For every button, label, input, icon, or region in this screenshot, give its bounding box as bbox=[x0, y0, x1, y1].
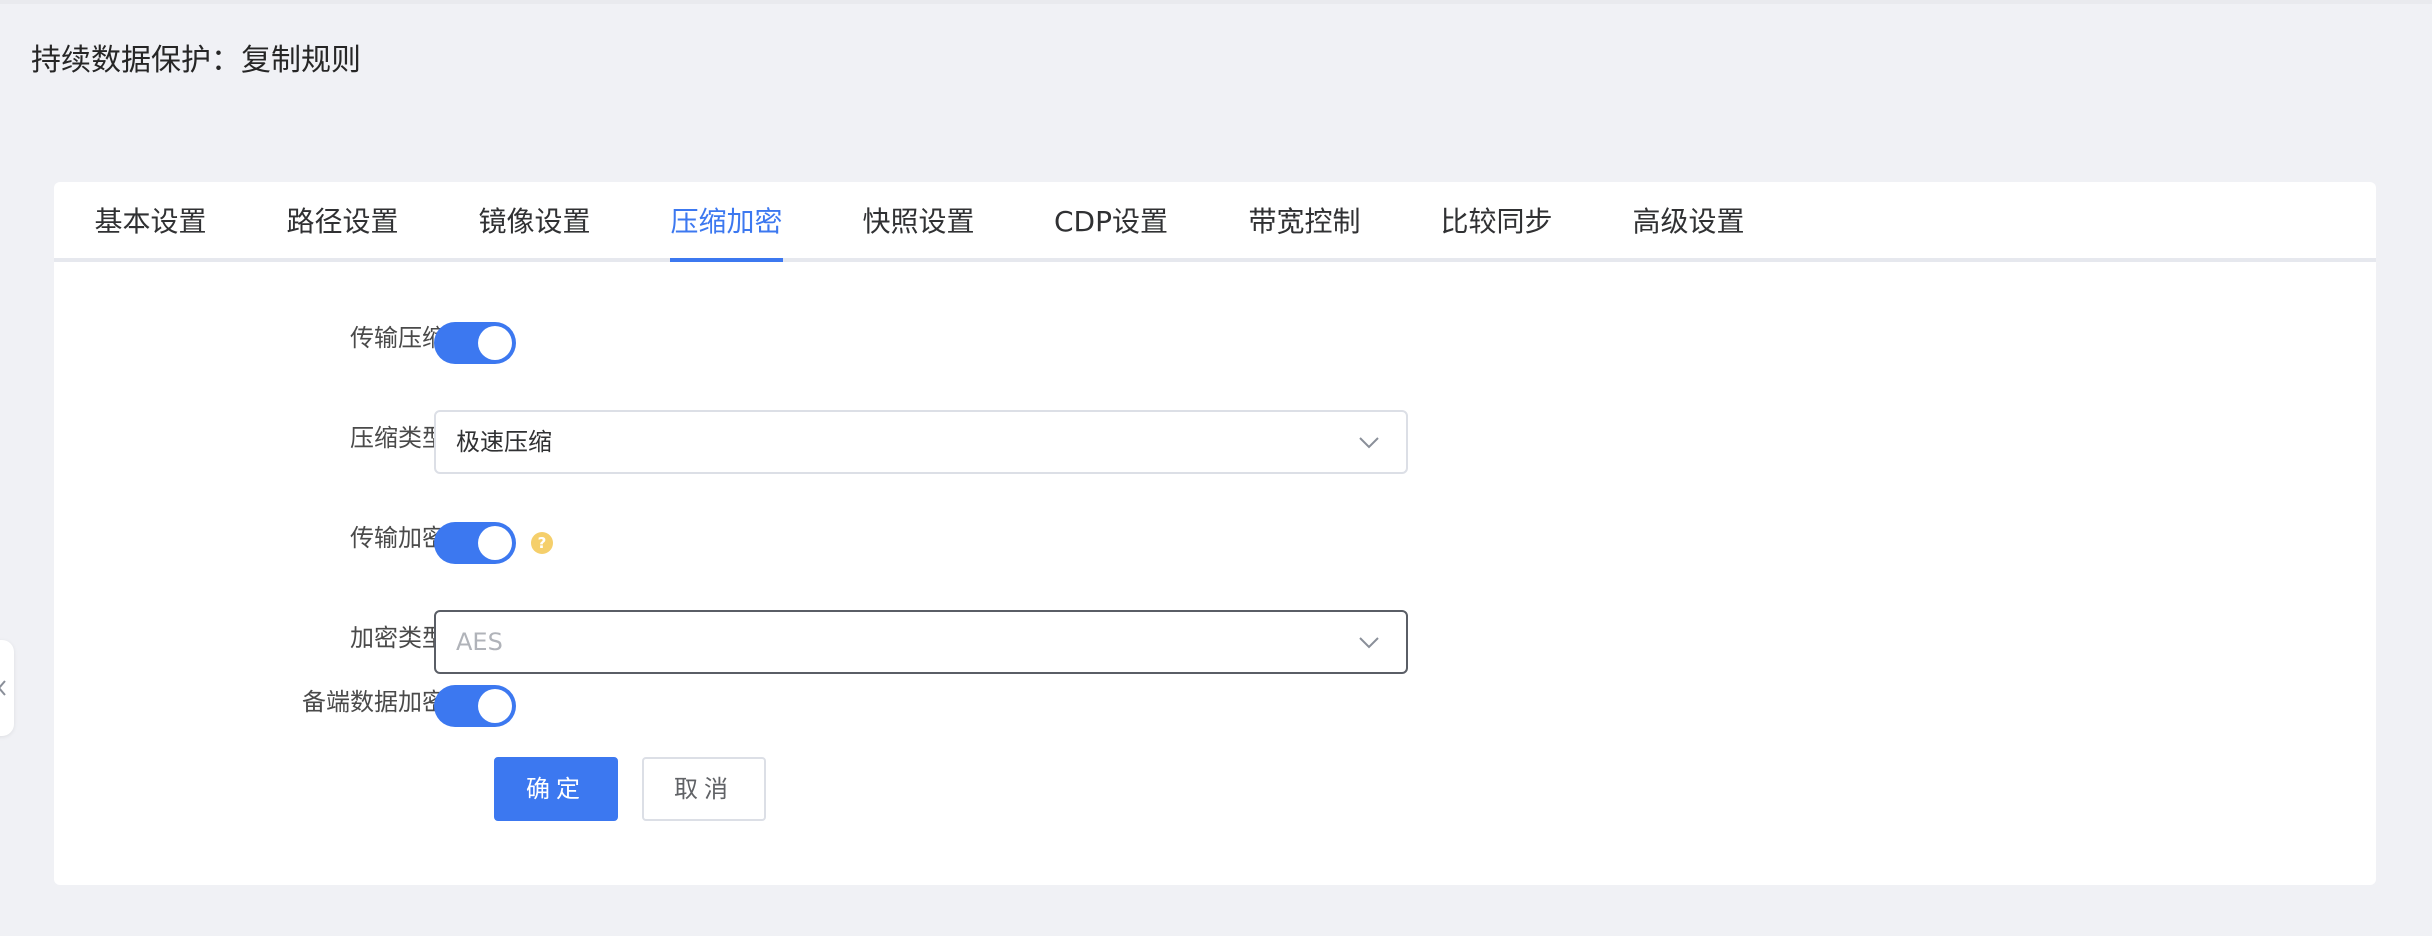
switch-knob bbox=[478, 326, 512, 360]
cancel-button[interactable]: 取消 bbox=[642, 757, 766, 821]
compression-type-select[interactable]: 极速压缩 bbox=[434, 410, 1408, 474]
tab-basic-settings[interactable]: 基本设置 bbox=[94, 182, 207, 262]
chevron-down-icon bbox=[1359, 437, 1379, 449]
tab-snapshot-settings[interactable]: 快照设置 bbox=[862, 182, 975, 262]
active-tab-indicator bbox=[670, 258, 783, 262]
encryption-type-label: 加密类型 bbox=[350, 624, 446, 652]
backup-data-encryption-label: 备端数据加密 bbox=[302, 688, 446, 716]
rule-settings-card: 基本设置 路径设置 镜像设置 压缩加密 快照设置 CDP设置 带宽控制 比较同步… bbox=[54, 182, 2376, 885]
encryption-type-select[interactable]: AES bbox=[434, 610, 1408, 674]
transfer-compression-label: 传输压缩 bbox=[350, 324, 446, 352]
tab-bandwidth-control[interactable]: 带宽控制 bbox=[1248, 182, 1361, 262]
tab-mirror-settings[interactable]: 镜像设置 bbox=[478, 182, 591, 262]
question-circle-icon[interactable]: ? bbox=[531, 532, 553, 554]
transfer-encryption-label: 传输加密 bbox=[350, 524, 446, 552]
switch-knob bbox=[478, 689, 512, 723]
sidebar-collapse-handle[interactable] bbox=[0, 640, 14, 736]
tab-compression-encryption[interactable]: 压缩加密 bbox=[670, 182, 783, 262]
transfer-encryption-switch[interactable] bbox=[434, 522, 516, 564]
settings-tabs: 基本设置 路径设置 镜像设置 压缩加密 快照设置 CDP设置 带宽控制 比较同步… bbox=[54, 182, 2376, 262]
chevron-left-icon bbox=[0, 680, 6, 696]
encryption-type-placeholder: AES bbox=[456, 628, 503, 656]
compression-type-label: 压缩类型 bbox=[350, 424, 446, 452]
tab-advanced-settings[interactable]: 高级设置 bbox=[1632, 182, 1745, 262]
page-title: 持续数据保护：复制规则 bbox=[31, 43, 361, 78]
tab-compare-sync[interactable]: 比较同步 bbox=[1440, 182, 1553, 262]
switch-knob bbox=[478, 526, 512, 560]
compression-type-value: 极速压缩 bbox=[456, 428, 552, 456]
top-divider bbox=[0, 0, 2432, 4]
transfer-compression-switch[interactable] bbox=[434, 322, 516, 364]
backup-data-encryption-switch[interactable] bbox=[434, 685, 516, 727]
chevron-down-icon bbox=[1359, 637, 1379, 649]
tab-cdp-settings[interactable]: CDP设置 bbox=[1052, 182, 1170, 262]
tab-path-settings[interactable]: 路径设置 bbox=[286, 182, 399, 262]
confirm-button[interactable]: 确定 bbox=[494, 757, 618, 821]
